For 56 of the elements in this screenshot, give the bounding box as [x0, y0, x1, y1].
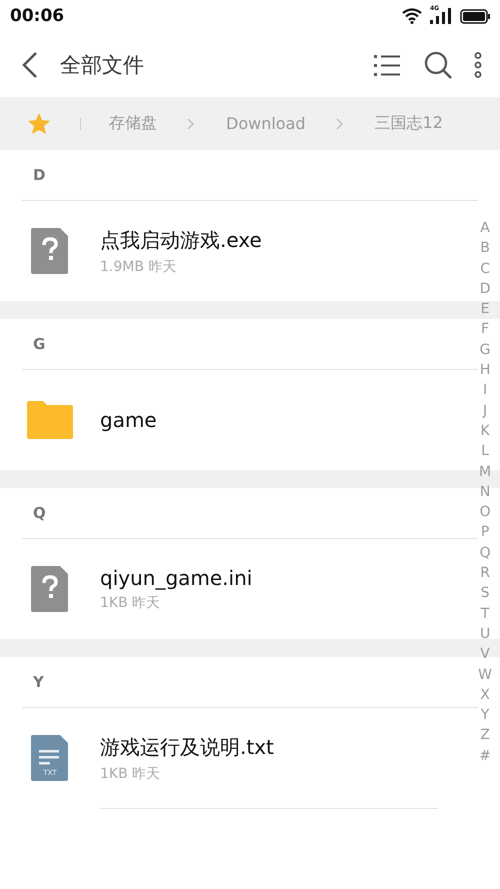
star-icon[interactable] [28, 113, 50, 134]
index-letter[interactable]: J [483, 400, 488, 421]
index-letter[interactable]: M [479, 462, 492, 482]
chevron-icon [336, 118, 343, 130]
index-letter[interactable]: S [480, 583, 490, 604]
status-time: 00:06 [10, 6, 64, 26]
index-letter[interactable]: Z [480, 725, 490, 746]
index-letter[interactable]: G [480, 340, 490, 360]
back-icon [22, 52, 38, 78]
file-meta: 1KB 昨天 [100, 594, 162, 612]
index-letter[interactable]: T [480, 604, 490, 624]
index-letter[interactable]: I [483, 380, 488, 401]
search-icon [424, 50, 452, 78]
index-letter[interactable]: Q [480, 542, 491, 564]
section-letter: Q [33, 504, 46, 522]
index-letter[interactable]: L [481, 441, 489, 462]
more-icon [474, 52, 482, 78]
file-name: game [100, 408, 157, 432]
file-name: 点我启动游戏.exe [100, 226, 262, 254]
wifi-icon [402, 8, 422, 24]
text-file-icon [31, 735, 69, 781]
index-letter[interactable]: # [479, 746, 491, 766]
index-letter[interactable]: C [480, 258, 490, 279]
chevron-icon [187, 118, 194, 130]
breadcrumb-item[interactable]: Download [226, 114, 306, 133]
index-letter[interactable]: F [481, 319, 490, 340]
folder-icon [27, 401, 73, 439]
breadcrumb-item[interactable]: 存储盘 [109, 113, 157, 134]
breadcrumb-item[interactable]: 三国志12 [374, 113, 443, 134]
page-title: 全部文件 [60, 52, 145, 78]
index-letter[interactable]: X [480, 684, 490, 706]
index-letter[interactable]: H [480, 360, 490, 380]
index-letter[interactable]: B [480, 238, 490, 259]
index-letter[interactable]: V [480, 644, 490, 665]
section-letter: Y [33, 673, 44, 691]
battery-icon [460, 8, 490, 24]
section-letter: G [33, 335, 46, 353]
file-meta: 1KB 昨天 [100, 764, 162, 782]
index-letter[interactable]: Y [480, 705, 490, 726]
file-name: qiyun_game.ini [100, 566, 252, 590]
index-letter[interactable]: D [480, 278, 490, 300]
index-letter[interactable]: O [480, 502, 491, 522]
index-letter[interactable]: R [480, 563, 490, 584]
index-letter[interactable]: N [480, 482, 490, 502]
index-letter[interactable]: P [480, 522, 490, 543]
list-icon [374, 54, 400, 76]
file-name: 游戏运行及说明.txt [100, 734, 274, 760]
unknown-file-icon [31, 566, 69, 612]
index-letter[interactable]: A [480, 218, 490, 238]
section-letter: D [33, 166, 46, 184]
index-letter[interactable]: W [478, 664, 492, 685]
index-letter[interactable]: E [480, 299, 490, 320]
unknown-file-icon [31, 228, 69, 274]
file-meta: 1.9MB 昨天 [100, 258, 178, 276]
index-letter[interactable]: U [480, 624, 490, 644]
index-letter[interactable]: K [480, 420, 490, 442]
